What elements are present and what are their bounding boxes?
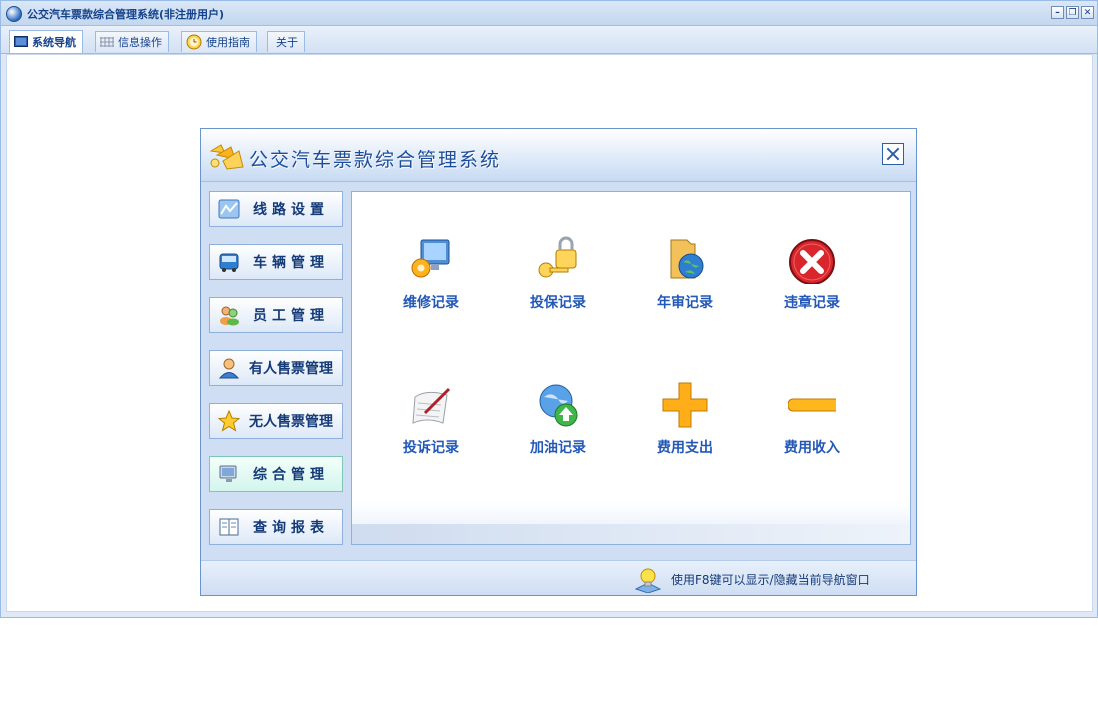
monitor-icon [14, 36, 28, 48]
plus-icon [661, 381, 709, 429]
route-map-icon [218, 198, 240, 220]
tile-label: 费用收入 [784, 440, 840, 456]
people-icon [218, 304, 240, 326]
tile-label: 违章记录 [784, 295, 840, 311]
nav-label: 综合管理 [253, 467, 329, 483]
window-title: 公交汽车票款综合管理系统(非注册用户) [27, 8, 225, 21]
dialog-header: 公交汽车票款综合管理系统 [201, 129, 916, 182]
nav-item-general-mgmt[interactable]: 综合管理 [209, 456, 343, 492]
tile-label: 维修记录 [403, 295, 459, 311]
tab-strip: 系统导航 信息操作 使用指南 关于 [1, 26, 1097, 54]
tab-user-guide[interactable]: 使用指南 [181, 31, 257, 52]
tab-info-ops[interactable]: 信息操作 [95, 31, 169, 52]
tile-fuel-records[interactable]: 加油记录 [503, 381, 613, 471]
report-icon [218, 516, 240, 538]
clock-icon [186, 34, 202, 50]
nav-label: 无人售票管理 [249, 414, 333, 430]
nav-label: 查询报表 [253, 520, 329, 536]
tile-violation-records[interactable]: 违章记录 [757, 236, 867, 326]
minus-icon [787, 381, 841, 429]
tab-label: 系统导航 [32, 36, 76, 49]
nav-item-query-reports[interactable]: 查询报表 [209, 509, 343, 545]
minimize-button[interactable]: – [1051, 6, 1064, 19]
tile-expense[interactable]: 费用支出 [630, 381, 740, 471]
bus-icon [218, 251, 240, 273]
nav-item-staff-mgmt[interactable]: 员工管理 [209, 297, 343, 333]
pen-paper-icon [407, 381, 455, 429]
user-ticket-icon [218, 357, 240, 379]
tab-about[interactable]: 关于 [267, 31, 305, 52]
nav-item-route-settings[interactable]: 线路设置 [209, 191, 343, 227]
key-lock-icon [534, 236, 582, 284]
tab-system-nav[interactable]: 系统导航 [9, 30, 83, 53]
star-icon [217, 409, 241, 432]
nav-item-vehicle-mgmt[interactable]: 车辆管理 [209, 244, 343, 280]
tile-label: 加油记录 [530, 440, 586, 456]
tile-annual-review-records[interactable]: 年审记录 [630, 236, 740, 326]
tile-complaint-records[interactable]: 投诉记录 [376, 381, 486, 471]
nav-label: 车辆管理 [253, 255, 329, 271]
tile-income[interactable]: 费用收入 [757, 381, 867, 471]
panel-footer [352, 524, 910, 544]
app-logo-icon [6, 6, 22, 22]
window-controls: – ❐ ✕ [1051, 6, 1094, 19]
title-bar[interactable]: 公交汽车票款综合管理系统(非注册用户) – ❐ ✕ [1, 1, 1097, 26]
dialog-title: 公交汽车票款综合管理系统 [249, 149, 502, 171]
restore-button[interactable]: ❐ [1066, 6, 1079, 19]
monitor-icon [218, 463, 240, 485]
red-x-icon [788, 236, 836, 285]
lightbulb-icon [634, 567, 662, 594]
tile-insurance-records[interactable]: 投保记录 [503, 236, 613, 326]
nav-item-unstaffed-ticketing[interactable]: 无人售票管理 [209, 403, 343, 439]
folder-globe-icon [661, 236, 709, 284]
function-panel: 维修记录 投保记录 年审记录 违章记录 投诉记录 加油记录 费用支出 费用收入 [351, 191, 911, 545]
tile-label: 投保记录 [530, 295, 586, 311]
nav-label: 线路设置 [253, 202, 329, 218]
nav-label: 员工管理 [253, 308, 329, 324]
grid-icon [100, 36, 114, 48]
nav-label: 有人售票管理 [249, 361, 333, 377]
navigation-dialog: 公交汽车票款综合管理系统 线路设置 车辆管理 员工管理 有人售票管理 无人售票管… [200, 128, 917, 596]
bus-logo-icon [207, 141, 245, 173]
tab-label: 关于 [276, 36, 298, 49]
tab-label: 信息操作 [118, 36, 162, 49]
tab-label: 使用指南 [206, 36, 250, 49]
tile-label: 投诉记录 [403, 440, 459, 456]
dialog-close-button[interactable] [882, 143, 904, 165]
tile-label: 年审记录 [657, 295, 713, 311]
nav-item-staffed-ticketing[interactable]: 有人售票管理 [209, 350, 343, 386]
tile-maintenance-records[interactable]: 维修记录 [376, 236, 486, 326]
dialog-status-bar: 使用F8键可以显示/隐藏当前导航窗口 [201, 560, 916, 595]
close-button[interactable]: ✕ [1081, 6, 1094, 19]
tile-label: 费用支出 [657, 440, 713, 456]
globe-upload-icon [534, 381, 582, 429]
monitor-gear-icon [407, 236, 455, 284]
hint-text: 使用F8键可以显示/隐藏当前导航窗口 [671, 573, 870, 587]
